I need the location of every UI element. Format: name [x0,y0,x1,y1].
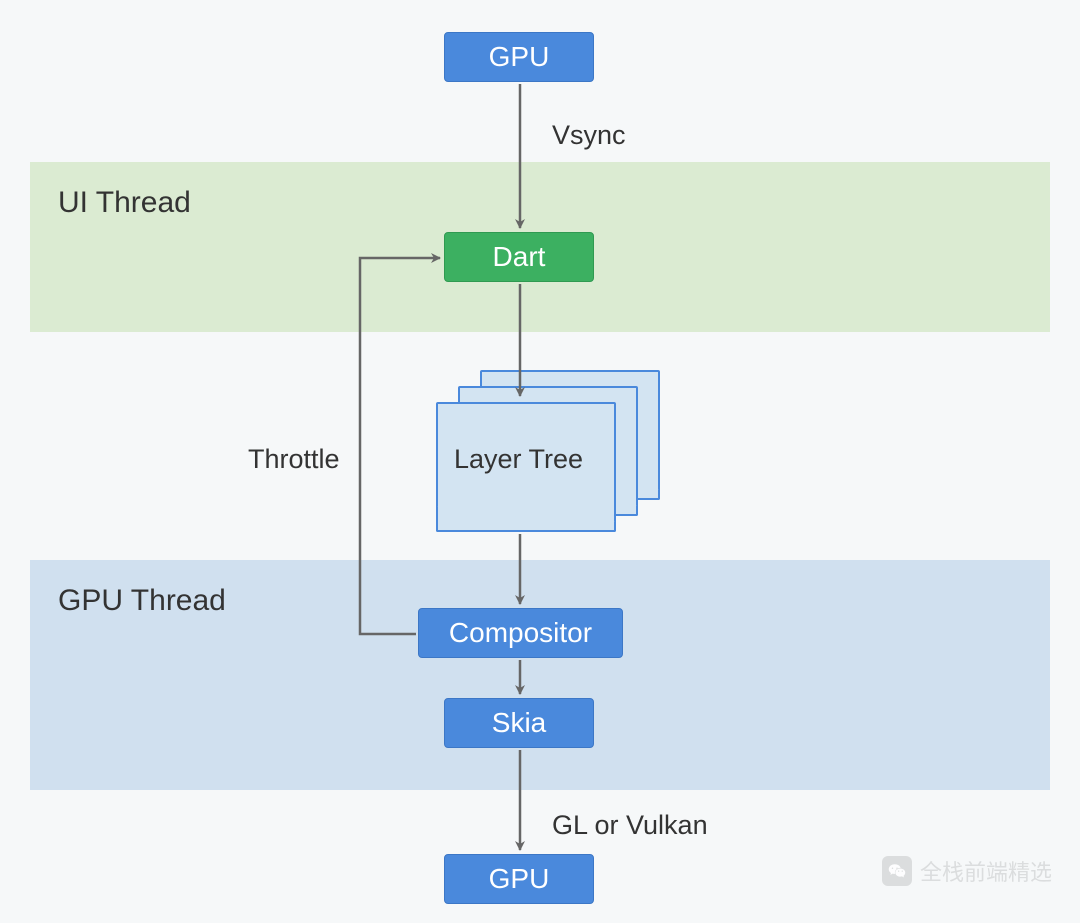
edge-label-throttle: Throttle [248,444,340,475]
compositor-label: Compositor [449,617,592,649]
ui-thread-label: UI Thread [58,186,191,220]
gpu-thread-band: GPU Thread [30,560,1050,790]
gpu-bottom-label: GPU [489,863,550,895]
layer-tree-label: Layer Tree [454,444,583,475]
wechat-icon [882,856,912,886]
dart-label: Dart [493,241,546,273]
dart-node: Dart [444,232,594,282]
gpu-bottom-node: GPU [444,854,594,904]
layer-tree-node: Layer Tree [436,370,666,530]
edge-label-vsync: Vsync [552,120,626,151]
skia-node: Skia [444,698,594,748]
watermark-text: 全栈前端精选 [920,855,1052,887]
gpu-top-label: GPU [489,41,550,73]
edge-label-gl: GL or Vulkan [552,810,708,841]
watermark: 全栈前端精选 [882,855,1052,887]
gpu-thread-label: GPU Thread [58,584,226,618]
gpu-top-node: GPU [444,32,594,82]
document-stack-icon: Layer Tree [436,402,616,532]
compositor-node: Compositor [418,608,623,658]
diagram-canvas: UI Thread GPU Thread GPU Dart Layer Tree… [0,0,1080,923]
skia-label: Skia [492,707,546,739]
